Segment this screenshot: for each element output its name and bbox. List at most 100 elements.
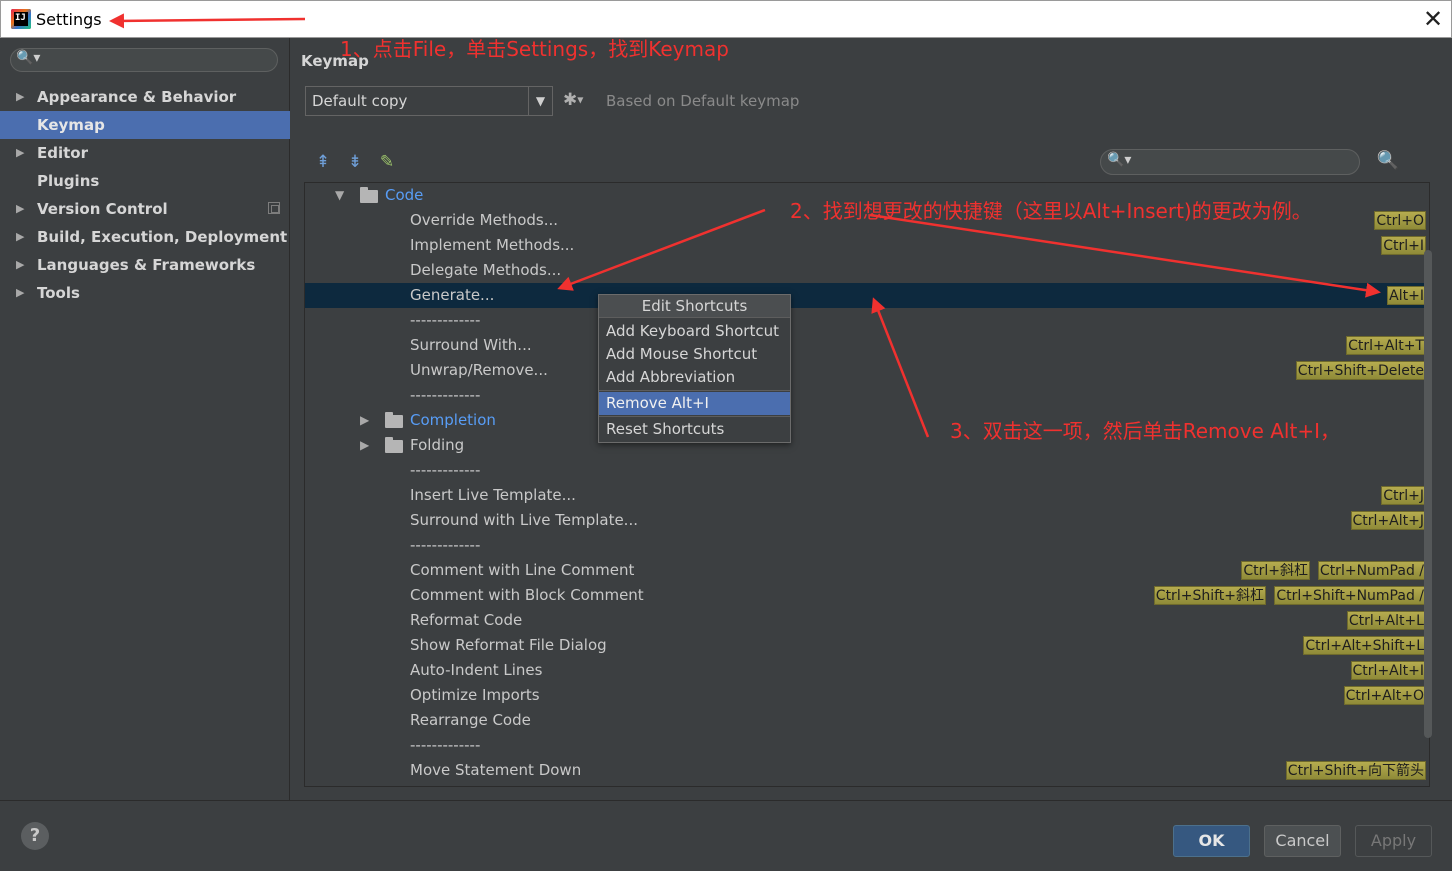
edit-shortcuts-icon[interactable]: ✎ [377,152,397,172]
search-icon: 🔍▾ [1107,152,1132,168]
tree-row[interactable]: Generate... Alt+I [305,283,1429,308]
tree-row-label: Generate... [410,286,495,304]
tree-row-label: Folding [410,436,465,454]
help-button[interactable]: ? [21,822,49,850]
sidebar-item-label: Editor [37,144,88,162]
tree-row-label: Override Methods... [410,211,559,229]
collapse-all-icon[interactable]: ⇟ [345,152,365,172]
sidebar-item-label: Tools [37,284,80,302]
folder-icon [360,187,378,203]
tree-row[interactable]: ------------- [305,308,1429,333]
tree-row-label: ------------- [410,536,481,554]
reset-shortcuts-item[interactable]: Reset Shortcuts [599,418,790,441]
tree-row[interactable]: Comment with Block Comment Ctrl+Shift+Num… [305,583,1429,608]
expand-all-icon[interactable]: ⇞ [313,152,333,172]
add-keyboard-shortcut-item[interactable]: Add Keyboard Shortcut [599,320,790,343]
tree-row-label: Surround With... [410,336,532,354]
expand-arrow-icon: ▶ [16,230,25,243]
shortcut-badge: Ctrl+Alt+I [1350,661,1426,680]
shortcut-badge: Ctrl+斜杠 [1241,561,1310,580]
tree-row-label: ------------- [410,311,481,329]
chevron-down-icon[interactable]: ▼ [528,87,552,115]
keymap-select[interactable]: Default copy ▼ [305,86,553,116]
tree-row-label: Insert Live Template... [410,486,576,504]
shortcut-badge: Ctrl+O [1374,211,1426,230]
tree-row[interactable]: Implement Methods... Ctrl+I [305,233,1429,258]
sidebar-item-label: Version Control [37,200,168,218]
tree-row[interactable]: ------------- [305,458,1429,483]
settings-search-input[interactable]: 🔍▾ [10,48,278,72]
sidebar-item-version-control[interactable]: ▶ Version Control [0,195,290,223]
project-settings-icon [268,202,280,214]
expand-arrow-icon[interactable]: ▶ [360,433,369,458]
keymap-tree[interactable]: ▼ Code Override Methods... Ctrl+O Implement … [304,182,1430,787]
tree-row[interactable]: Optimize Imports Ctrl+Alt+O [305,683,1429,708]
tree-row[interactable]: Show Reformat File Dialog Ctrl+Alt+Shift+… [305,633,1429,658]
sidebar-item-languages-frameworks[interactable]: ▶ Languages & Frameworks [0,251,290,279]
tree-row-label: Move Statement Down [410,761,582,779]
shortcut-badge: Ctrl+Alt+J [1350,511,1426,530]
tree-row[interactable]: Surround With... Ctrl+Alt+T [305,333,1429,358]
apply-button[interactable]: Apply [1355,825,1432,857]
tree-row[interactable]: Comment with Line Comment Ctrl+NumPad / Ct… [305,558,1429,583]
sidebar-item-appearance-behavior[interactable]: ▶ Appearance & Behavior [0,83,290,111]
find-by-shortcut-icon[interactable]: 🔍 [1376,150,1400,174]
tree-row[interactable]: Auto-Indent Lines Ctrl+Alt+I [305,658,1429,683]
popup-header: Edit Shortcuts [599,295,790,318]
sidebar-item-keymap[interactable]: Keymap [0,111,290,139]
sidebar-item-editor[interactable]: ▶ Editor [0,139,290,167]
based-on-label: Based on Default keymap [606,92,800,110]
shortcut-badge: Ctrl+Alt+L [1346,611,1426,630]
close-button[interactable]: ✕ [1419,4,1447,34]
shortcut-badge: Ctrl+NumPad / [1317,561,1426,580]
tree-row[interactable]: Delegate Methods... [305,258,1429,283]
tree-row[interactable]: Move Statement Down Ctrl+Shift+向下箭头 [305,758,1429,783]
sidebar-item-build-execution-deployment[interactable]: ▶ Build, Execution, Deployment [0,223,290,251]
tree-row-label: Optimize Imports [410,686,540,704]
tree-scrollbar[interactable] [1424,250,1432,738]
cancel-button[interactable]: Cancel [1264,825,1341,857]
gear-icon[interactable]: ✱▼ [563,90,591,112]
dialog-footer: ? OK Cancel Apply [0,800,1452,871]
window-title: Settings [36,10,102,29]
edit-shortcuts-popup: Edit Shortcuts Add Keyboard Shortcut Add… [598,294,791,443]
tree-row-label: Auto-Indent Lines [410,661,543,679]
expand-arrow-icon: ▶ [16,258,25,271]
tree-row[interactable]: Reformat Code Ctrl+Alt+L [305,608,1429,633]
shortcut-badge: Ctrl+Shift+向下箭头 [1285,761,1426,780]
remove-shortcut-item[interactable]: Remove Alt+I [599,392,790,415]
shortcut-badge: Ctrl+Alt+Shift+L [1303,636,1426,655]
expand-arrow-icon: ▶ [16,146,25,159]
collapse-arrow-icon[interactable]: ▼ [335,183,344,208]
sidebar-item-label: Languages & Frameworks [37,256,256,274]
tree-row-label: ------------- [410,736,481,754]
tree-row[interactable]: Surround with Live Template... Ctrl+Alt+J [305,508,1429,533]
tree-row[interactable]: ------------- [305,733,1429,758]
expand-arrow-icon: ▶ [16,202,25,215]
tree-row[interactable]: Rearrange Code [305,708,1429,733]
sidebar-item-plugins[interactable]: Plugins [0,167,290,195]
expand-arrow-icon: ▶ [16,90,25,103]
popup-divider [599,416,790,417]
caret-down-icon: ▼ [577,95,584,105]
tree-row-label: Delegate Methods... [410,261,562,279]
tree-row[interactable]: Insert Live Template... Ctrl+J [305,483,1429,508]
tree-row[interactable]: ------------- [305,383,1429,408]
tree-row-label: ------------- [410,386,481,404]
gear-glyph: ✱ [563,90,578,110]
tree-row-label: Rearrange Code [410,711,531,729]
intellij-app-icon: IJ [11,9,31,29]
app-icon-letters: IJ [14,12,28,26]
tree-row[interactable]: Unwrap/Remove... Ctrl+Shift+Delete [305,358,1429,383]
sidebar-item-label: Keymap [37,116,105,134]
sidebar-item-tools[interactable]: ▶ Tools [0,279,290,307]
ok-button[interactable]: OK [1173,825,1250,857]
add-abbreviation-item[interactable]: Add Abbreviation [599,366,790,389]
expand-arrow-icon[interactable]: ▶ [360,408,369,433]
settings-sidebar: 🔍▾ ▶ Appearance & Behavior Keymap ▶ Edit… [0,38,290,800]
tree-row-label: Implement Methods... [410,236,575,254]
action-search-input[interactable]: 🔍▾ [1100,149,1360,175]
add-mouse-shortcut-item[interactable]: Add Mouse Shortcut [599,343,790,366]
tree-row[interactable]: ------------- [305,533,1429,558]
annotation-step-3: 3、双击这一项，然后单击Remove Alt+I， [950,419,1340,443]
